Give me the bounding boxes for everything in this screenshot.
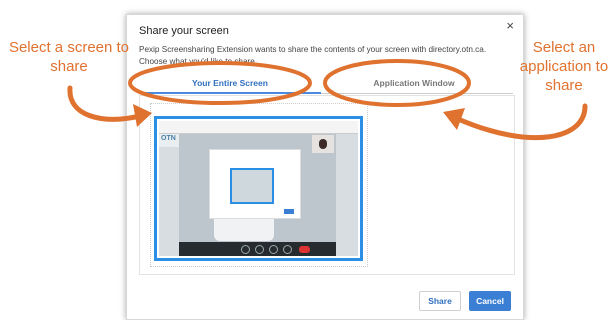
- share-screen-dialog: Share your screen × Pexip Screensharing …: [126, 14, 524, 320]
- preview-self-view: [312, 135, 334, 153]
- share-icon: [269, 245, 278, 254]
- active-tab-indicator: [139, 92, 321, 94]
- preview-call-toolbar: [179, 242, 336, 256]
- dialog-title: Share your screen: [139, 25, 229, 37]
- preview-left-panel: [159, 147, 179, 256]
- screen-preview-image: OTN: [159, 121, 358, 256]
- preview-right-panel: [336, 134, 358, 256]
- share-panel: OTN: [139, 95, 515, 275]
- preview-mini-button: [284, 209, 294, 214]
- tab-entire-screen[interactable]: Your Entire Screen: [155, 78, 305, 88]
- entire-screen-thumbnail[interactable]: OTN: [154, 116, 363, 261]
- dialog-description: Pexip Screensharing Extension wants to s…: [139, 45, 487, 66]
- mic-icon: [241, 245, 250, 254]
- close-icon[interactable]: ×: [506, 18, 514, 33]
- preview-mini-thumbnail: [230, 168, 274, 204]
- tab-application-window[interactable]: Application Window: [339, 78, 489, 88]
- preview-logo: OTN: [161, 135, 176, 142]
- cancel-button[interactable]: Cancel: [469, 291, 511, 311]
- preview-mini-dialog: [209, 149, 301, 219]
- preview-browser-bar: [159, 121, 358, 134]
- annotation-select-application: Select an application to share: [519, 39, 609, 94]
- settings-icon: [283, 245, 292, 254]
- share-button[interactable]: Share: [419, 291, 461, 311]
- hangup-icon: [299, 246, 310, 253]
- annotation-select-screen: Select a screen to share: [8, 39, 130, 75]
- camera-icon: [255, 245, 264, 254]
